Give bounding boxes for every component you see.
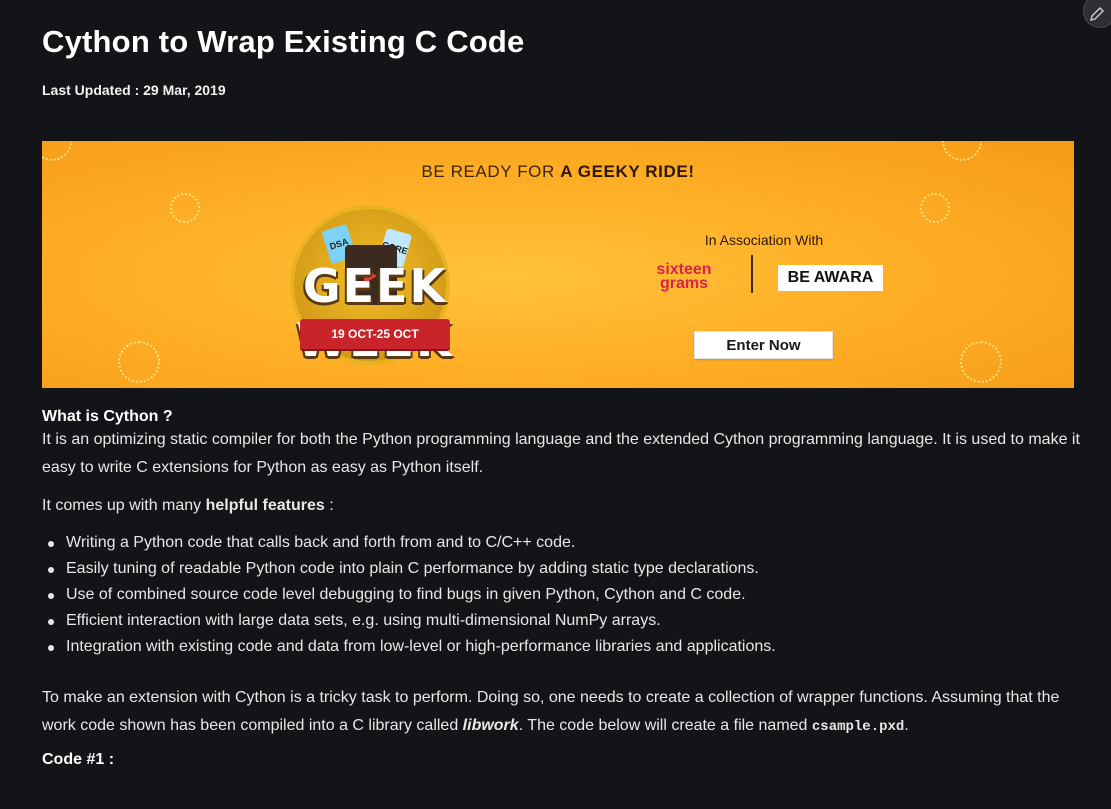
enter-now-button[interactable]: Enter Now	[694, 331, 833, 359]
last-updated: Last Updated : 29 Mar, 2019	[42, 82, 226, 98]
decor-ornament	[42, 141, 72, 161]
decor-ornament	[170, 193, 200, 223]
decor-ornament	[942, 141, 982, 161]
association-text: In Association With	[704, 232, 824, 248]
pencil-icon	[1090, 7, 1104, 21]
geek-week-logo: DSA CORE GEEK WEEK 19 OCT-25 OCT	[242, 201, 512, 376]
decor-ornament	[118, 341, 160, 383]
page-title: Cython to Wrap Existing C Code	[42, 24, 525, 59]
event-dates: 19 OCT-25 OCT	[300, 319, 450, 349]
article-content: What is Cython ? It is an optimizing sta…	[42, 408, 1082, 769]
extension-paragraph: To make an extension with Cython is a tr…	[42, 689, 1060, 735]
code-heading: Code #1 :	[42, 751, 115, 768]
sponsor-logo-be-awara: BE AWARA	[778, 265, 883, 291]
edit-button[interactable]	[1083, 0, 1111, 28]
sponsor-divider	[751, 255, 753, 293]
features-list: Writing a Python code that calls back an…	[48, 530, 1082, 660]
list-item: Use of combined source code level debugg…	[48, 582, 1082, 608]
intro-paragraph: It is an optimizing static compiler for …	[42, 431, 1080, 476]
list-item: Integration with existing code and data …	[48, 634, 1082, 660]
banner-headline: BE READY FOR A GEEKY RIDE!	[421, 162, 695, 181]
promo-banner[interactable]: BE READY FOR A GEEKY RIDE! DSA CORE GEEK…	[42, 141, 1074, 388]
decor-ornament	[960, 341, 1002, 383]
section-question: What is Cython ?	[42, 408, 173, 425]
event-name: GEEK WEEK	[296, 259, 451, 367]
decor-ornament	[920, 193, 950, 223]
features-lead: It comes up with many helpful features :	[42, 497, 334, 514]
list-item: Writing a Python code that calls back an…	[48, 530, 1082, 556]
list-item: Efficient interaction with large data se…	[48, 608, 1082, 634]
list-item: Easily tuning of readable Python code in…	[48, 556, 1082, 582]
sponsor-logo-sixteen-grams: sixteen grams	[656, 261, 712, 292]
